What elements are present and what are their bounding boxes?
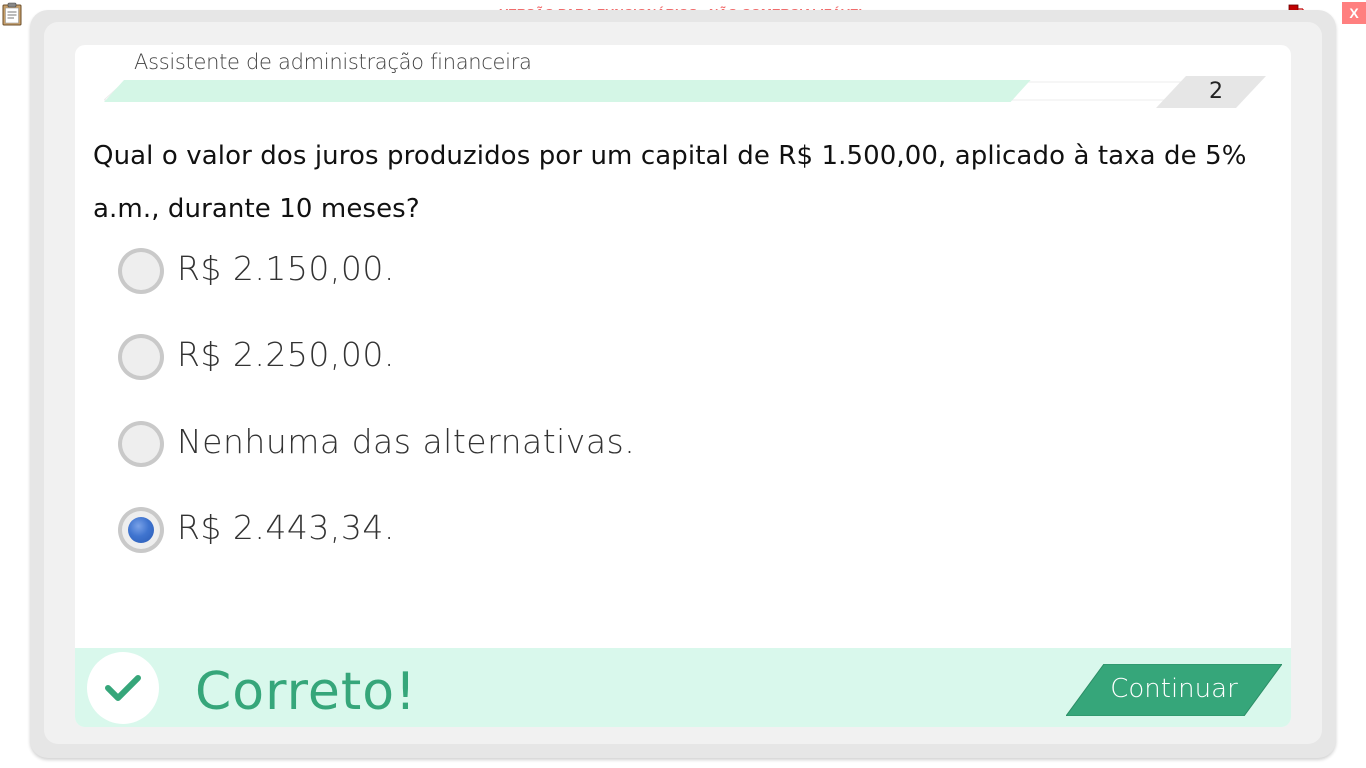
check-icon [105, 675, 141, 701]
option-2-radio[interactable] [118, 334, 164, 380]
option-3[interactable]: Nenhuma das alternativas. [118, 421, 818, 469]
feedback-status: Correto! [195, 662, 417, 722]
page-number: 2 [1209, 79, 1223, 104]
question-text: Qual o valor dos juros produzidos por um… [93, 141, 1247, 224]
option-2-label: R$ 2.250,00. [177, 335, 395, 374]
progress-bar [104, 80, 1234, 102]
option-4-radio[interactable] [118, 507, 164, 553]
continue-button[interactable] [1066, 664, 1282, 716]
option-3-label: Nenhuma das alternativas. [177, 422, 636, 461]
progress-fill [104, 80, 1031, 102]
course-title: Assistente de administração financeira [134, 50, 532, 74]
option-1[interactable]: R$ 2.150,00. [118, 248, 818, 296]
option-4[interactable]: R$ 2.443,34. [118, 507, 818, 555]
option-3-radio[interactable] [118, 421, 164, 467]
option-1-radio[interactable] [118, 248, 164, 294]
option-1-label: R$ 2.150,00. [177, 249, 395, 288]
option-4-label: R$ 2.443,34. [177, 508, 395, 547]
option-2[interactable]: R$ 2.250,00. [118, 334, 818, 382]
option-4-selected-dot [128, 517, 154, 543]
close-button[interactable]: X [1342, 2, 1366, 24]
